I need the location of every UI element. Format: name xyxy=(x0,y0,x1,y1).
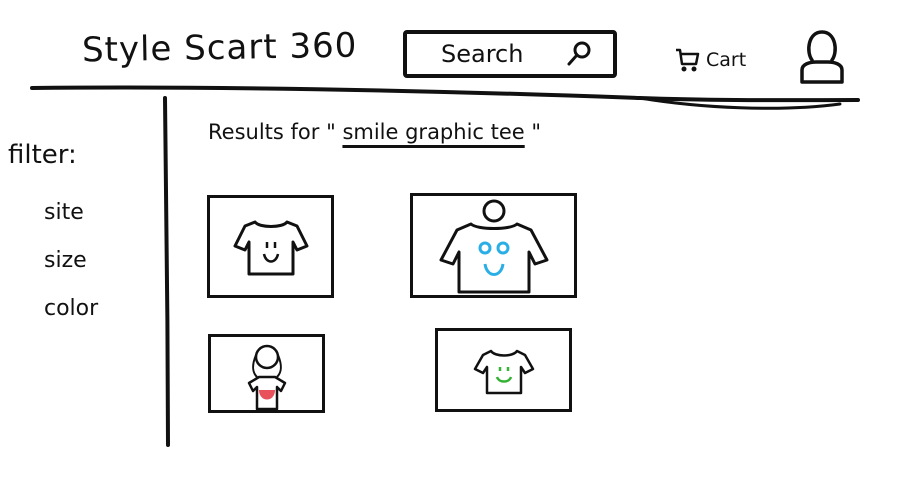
product-card[interactable] xyxy=(207,195,334,298)
cart-label: Cart xyxy=(706,49,747,71)
results-heading: Results for " smile graphic tee " xyxy=(208,120,541,144)
tshirt-green-smile-icon xyxy=(473,349,534,395)
search-label: Search xyxy=(441,40,524,68)
results-prefix: Results for xyxy=(208,120,320,144)
product-card[interactable] xyxy=(208,334,325,413)
filter-option-color[interactable]: color xyxy=(44,296,98,321)
search-icon[interactable] xyxy=(565,40,593,68)
person-red-shirt-icon xyxy=(247,344,286,410)
search-bar[interactable]: Search xyxy=(403,30,617,78)
results-open-quote: " xyxy=(326,120,336,144)
product-card[interactable] xyxy=(410,193,577,298)
tshirt-smile-icon xyxy=(233,220,308,275)
filter-option-site[interactable]: site xyxy=(44,200,84,225)
cart-icon xyxy=(676,48,700,72)
results-query: smile graphic tee xyxy=(342,120,525,144)
product-card[interactable] xyxy=(435,328,572,412)
results-close-quote: " xyxy=(531,120,542,144)
user-icon[interactable] xyxy=(798,26,846,86)
model-tshirt-blue-smile-icon xyxy=(439,199,548,293)
filter-title: filter: xyxy=(8,140,77,170)
filter-option-size[interactable]: size xyxy=(44,248,87,273)
cart-link[interactable]: Cart xyxy=(674,46,746,74)
brand-logo-text[interactable]: Style Scart 360 xyxy=(82,26,358,71)
